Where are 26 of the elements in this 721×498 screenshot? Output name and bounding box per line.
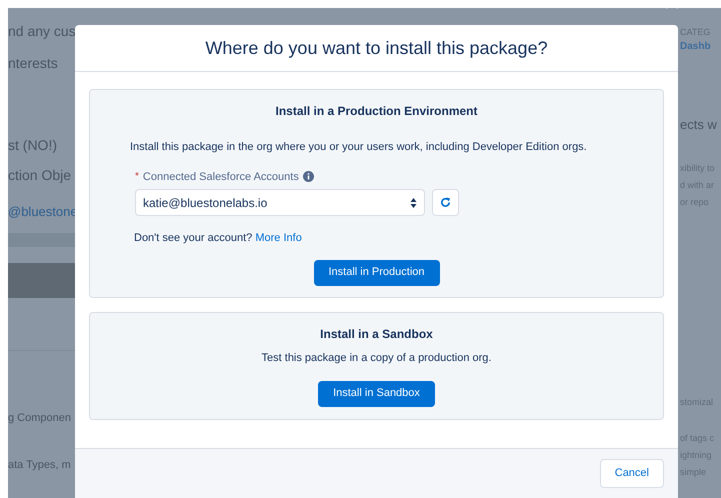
account-select[interactable]: katie@bluestonelabs.io bbox=[135, 189, 425, 216]
help-text: Don't see your account? More Info bbox=[133, 231, 303, 246]
field-label: Connected Salesforce Accounts bbox=[142, 170, 299, 184]
background-text: ction Obje bbox=[8, 166, 72, 185]
background-text: nd any cus bbox=[8, 22, 75, 41]
install-production-button[interactable]: Install in Production bbox=[314, 260, 440, 286]
refresh-button[interactable] bbox=[432, 189, 459, 216]
background-panel bbox=[8, 263, 75, 298]
card-description: Test this package in a copy of a production org. bbox=[262, 351, 492, 366]
background-text: ects w bbox=[680, 116, 718, 134]
background-text: ata Types, m bbox=[8, 458, 72, 473]
card-heading: Install in a Sandbox bbox=[320, 326, 433, 343]
card-description: Install this package in the org where you or your users work, including Developer Edition orgs. bbox=[129, 140, 588, 155]
install-sandbox-button[interactable]: Install in Sandbox bbox=[318, 380, 435, 406]
required-asterisk: * bbox=[135, 170, 139, 184]
refresh-icon bbox=[440, 197, 451, 208]
background-bar bbox=[8, 233, 75, 247]
more-info-link[interactable]: More Info bbox=[255, 232, 302, 244]
background-text: g Componen bbox=[8, 411, 72, 426]
sort-arrows-icon bbox=[410, 196, 417, 208]
card-heading: Install in a Production Environment bbox=[274, 103, 479, 120]
background-text: nterests bbox=[8, 54, 59, 73]
info-icon[interactable] bbox=[302, 171, 314, 182]
modal-title: Where do you want to install this package? bbox=[205, 36, 548, 60]
cancel-button[interactable]: Cancel bbox=[600, 459, 664, 488]
background-text: st (NO!) bbox=[8, 136, 58, 155]
